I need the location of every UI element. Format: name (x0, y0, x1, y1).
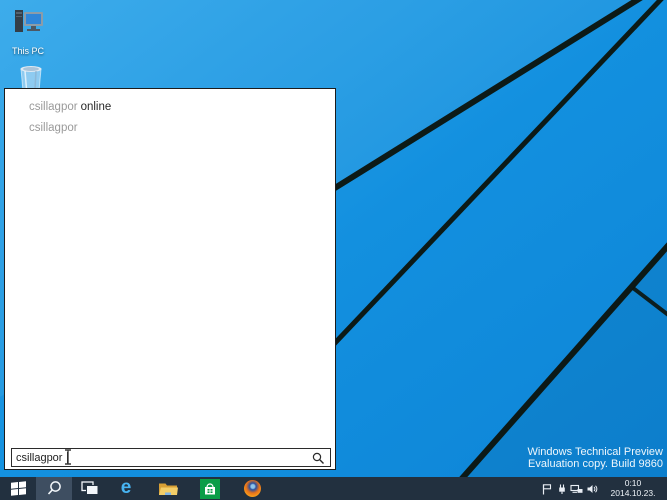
firefox-button[interactable] (234, 477, 270, 500)
search-flyout: csillagpor online csillagpor (4, 88, 336, 470)
suggestion-typed-text: csillagpor (29, 122, 78, 134)
folder-icon (159, 483, 178, 495)
search-taskbar-button[interactable] (36, 477, 72, 500)
network-icon (570, 484, 583, 493)
this-pc-icon (15, 10, 43, 32)
desktop-icon-label: This PC (11, 46, 44, 56)
task-view-button[interactable] (72, 477, 108, 500)
search-icon[interactable] (312, 452, 325, 465)
internet-explorer-icon: e (120, 476, 132, 498)
search-box (11, 448, 331, 467)
taskbar: e 0:10 2014.10.23. (0, 477, 667, 500)
search-suggestion[interactable]: csillagpor online (5, 97, 335, 117)
action-center-tray-button[interactable] (539, 477, 554, 500)
start-button[interactable] (0, 477, 36, 500)
network-tray-button[interactable] (569, 477, 584, 500)
system-tray: 0:10 2014.10.23. (539, 477, 667, 500)
flag-icon (542, 483, 551, 494)
suggestion-typed-text: csillagpor (29, 101, 78, 113)
text-caret (67, 452, 68, 464)
watermark-line2: Evaluation copy. Build 9860 (528, 457, 663, 470)
desktop-icon-this-pc[interactable]: This PC (5, 8, 51, 56)
hardware-tray-button[interactable] (554, 477, 569, 500)
desktop: This PC Windows Technical Preview Evalua… (0, 0, 667, 500)
plug-icon (558, 484, 565, 494)
search-input[interactable] (12, 449, 330, 466)
watermark-line1: Windows Technical Preview (527, 446, 663, 458)
windows-logo-icon (10, 481, 26, 496)
firefox-icon (243, 480, 261, 497)
internet-explorer-button[interactable]: e (108, 477, 144, 500)
speaker-icon (587, 484, 597, 493)
suggestion-completion-text: online (80, 101, 112, 113)
taskbar-buttons: e (0, 477, 270, 500)
volume-tray-button[interactable] (584, 477, 599, 500)
taskbar-clock[interactable]: 0:10 2014.10.23. (607, 478, 659, 498)
store-button[interactable] (192, 477, 228, 500)
task-view-icon (81, 481, 99, 495)
search-suggestion[interactable]: csillagpor (5, 118, 335, 138)
magnifier-icon (47, 481, 61, 495)
file-explorer-button[interactable] (150, 477, 186, 500)
watermark: Windows Technical Preview Evaluation cop… (527, 446, 663, 470)
clock-date: 2014.10.23. (610, 487, 656, 498)
store-icon (200, 478, 220, 499)
